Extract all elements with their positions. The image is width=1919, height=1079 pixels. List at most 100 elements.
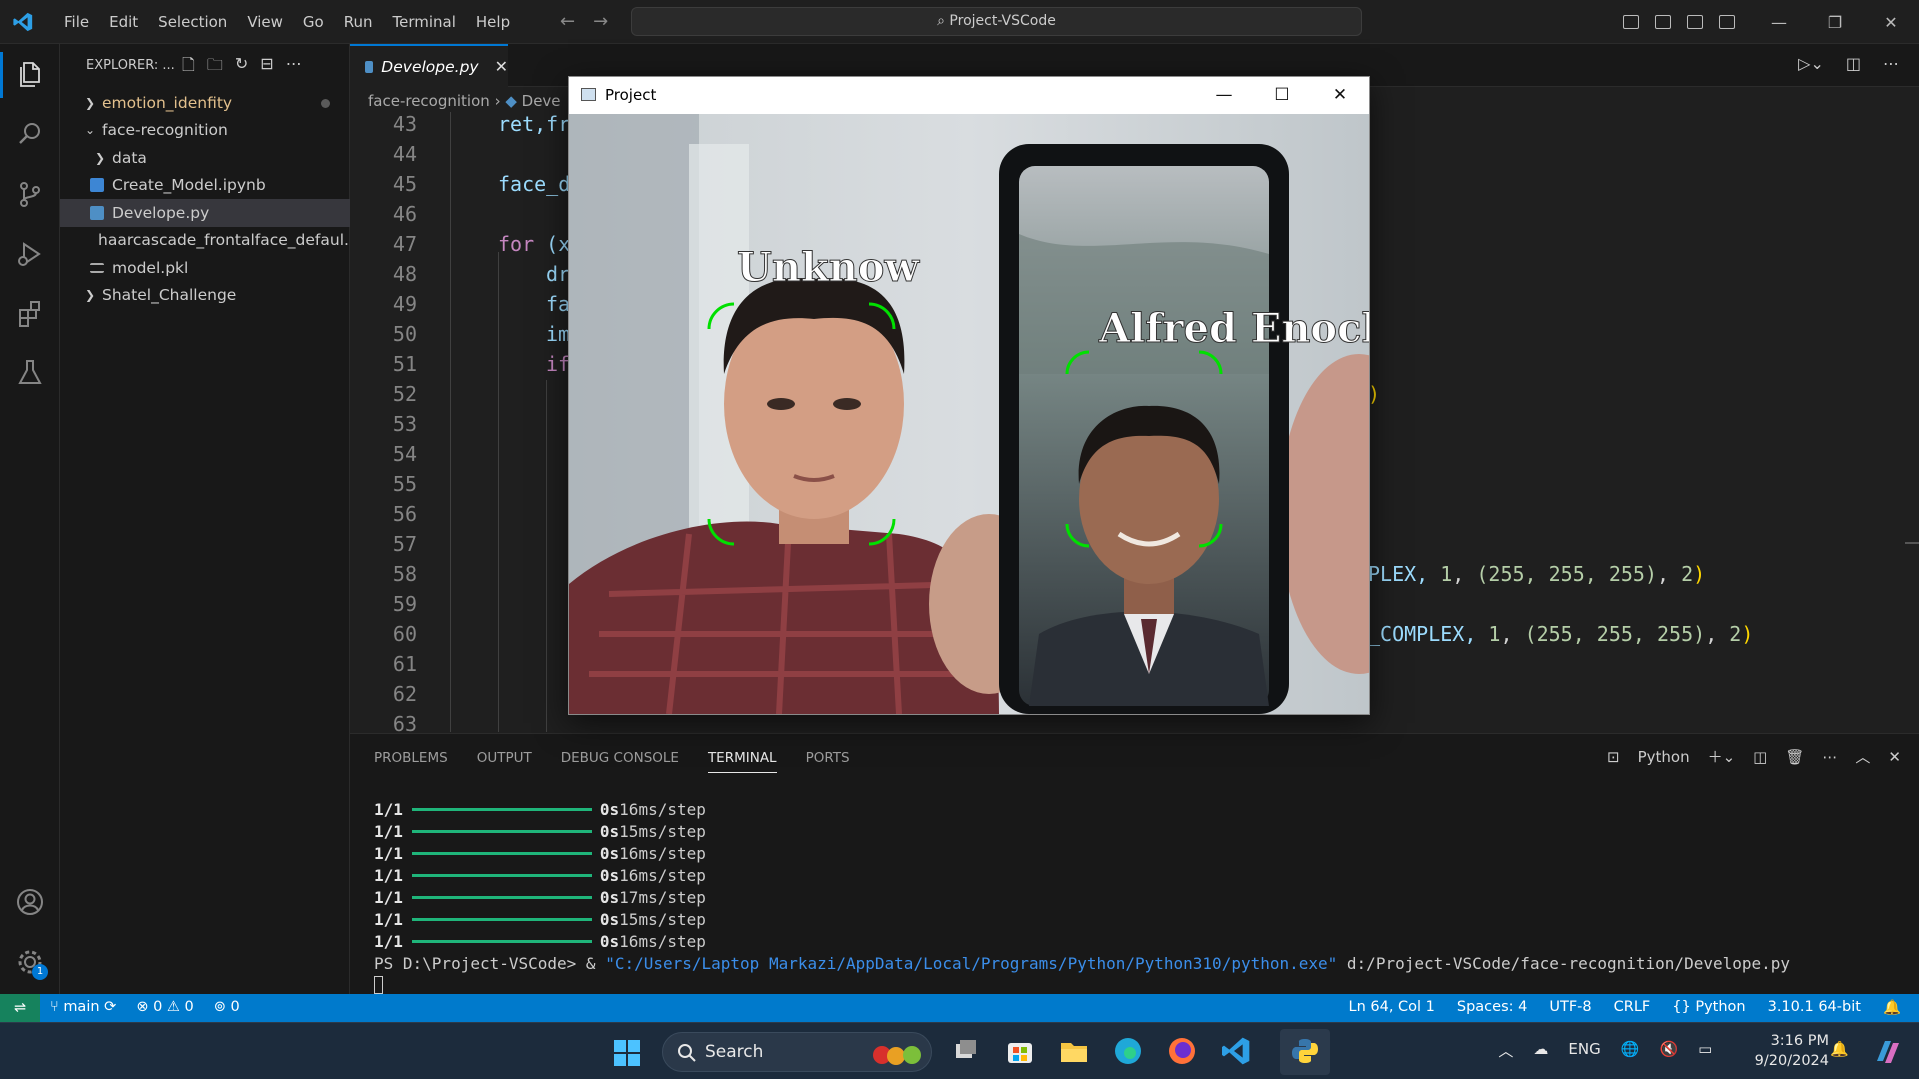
edge-browser-icon[interactable]: [1112, 1035, 1144, 1067]
tab-output[interactable]: OUTPUT: [477, 750, 532, 773]
command-center[interactable]: ⌕ Project-VSCode: [631, 7, 1362, 36]
step-rate: 16ms/step: [619, 799, 706, 819]
firefox-icon[interactable]: [1166, 1035, 1198, 1067]
more-actions-icon[interactable]: ⋯: [1883, 54, 1899, 73]
explorer-files-icon[interactable]: [14, 58, 46, 90]
back-arrow-icon[interactable]: ←: [560, 11, 575, 32]
terminal-output[interactable]: 1/1 0s 16ms/step 1/1 0s 15ms/step 1/1 0s 16…: [374, 798, 1790, 996]
copilot-icon[interactable]: [1871, 1035, 1905, 1069]
notification-bell-icon[interactable]: 🔔: [1830, 1040, 1849, 1061]
menu-run[interactable]: Run: [334, 13, 383, 31]
tree-item-shatel-challenge[interactable]: ❯ Shatel_Challenge: [60, 282, 350, 310]
network-globe-icon[interactable]: 🌐: [1621, 1040, 1640, 1061]
menu-edit[interactable]: Edit: [99, 13, 148, 31]
file-explorer-icon[interactable]: [1058, 1035, 1090, 1067]
toggle-sidebar-icon[interactable]: [1623, 15, 1639, 29]
minimize-icon[interactable]: —: [1751, 13, 1807, 32]
input-language[interactable]: ENG: [1568, 1040, 1600, 1061]
menu-view[interactable]: View: [237, 13, 293, 31]
new-folder-icon[interactable]: 🗀: [207, 54, 223, 81]
code-fragment: 1: [1440, 562, 1453, 586]
tab-problems[interactable]: PROBLEMS: [374, 750, 448, 773]
taskbar-search[interactable]: Search: [662, 1032, 932, 1072]
tab-debug-console[interactable]: DEBUG CONSOLE: [561, 750, 679, 773]
maximize-panel-icon[interactable]: ︿: [1855, 746, 1870, 767]
vscode-taskbar-icon[interactable]: [1220, 1035, 1252, 1067]
project-window-titlebar[interactable]: Project — ☐ ✕: [569, 77, 1369, 114]
line-number: 53: [392, 412, 417, 436]
project-window[interactable]: Project — ☐ ✕ Unknow Alfred Enoch: [568, 76, 1370, 715]
battery-icon[interactable]: ▭: [1698, 1040, 1712, 1061]
python-taskbar-icon[interactable]: [1289, 1035, 1321, 1067]
kill-terminal-trash-icon[interactable]: 🗑: [1785, 748, 1804, 766]
forward-arrow-icon[interactable]: →: [593, 11, 608, 32]
onedrive-cloud-icon[interactable]: ☁: [1533, 1040, 1548, 1061]
run-python-icon[interactable]: ▷⌄: [1798, 54, 1824, 73]
split-editor-icon[interactable]: ◫: [1846, 54, 1861, 73]
tab-ports[interactable]: PORTS: [806, 750, 850, 773]
tree-item-develope-py[interactable]: Develope.py: [60, 199, 350, 227]
tree-item-model-pkl[interactable]: model.pkl: [60, 254, 350, 282]
notifications-bell-icon[interactable]: 🔔: [1883, 999, 1901, 1016]
windows-start-icon[interactable]: [613, 1039, 641, 1067]
line-ending[interactable]: CRLF: [1614, 999, 1651, 1016]
terminal-shell-label[interactable]: Python: [1638, 748, 1690, 766]
menu-terminal[interactable]: Terminal: [383, 13, 466, 31]
tree-item-data[interactable]: ❯ data: [60, 144, 350, 172]
minimize-icon[interactable]: —: [1195, 77, 1253, 114]
restore-icon[interactable]: ❐: [1807, 13, 1863, 32]
close-tab-icon[interactable]: ✕: [495, 57, 508, 76]
more-actions-icon[interactable]: ⋯: [286, 54, 302, 81]
collapse-all-icon[interactable]: ⊟: [260, 54, 273, 81]
refresh-icon[interactable]: ↻: [235, 54, 248, 81]
clock[interactable]: 3:16 PM 9/20/2024: [1755, 1031, 1829, 1071]
toggle-panel-icon[interactable]: [1655, 15, 1671, 29]
maximize-icon[interactable]: ☐: [1253, 77, 1311, 114]
remote-indicator-icon[interactable]: ⇌: [0, 994, 40, 1022]
ports-item[interactable]: ⊚ 0: [214, 999, 240, 1015]
split-terminal-icon[interactable]: ◫: [1753, 748, 1767, 766]
scrollbar-marker[interactable]: [1905, 542, 1919, 544]
volume-muted-icon[interactable]: 🔇: [1659, 1040, 1678, 1061]
extensions-icon[interactable]: [14, 298, 46, 330]
new-file-icon[interactable]: 🗋: [182, 54, 195, 81]
breadcrumb-file[interactable]: Deve: [522, 92, 561, 110]
branch-item[interactable]: ⑂ main ⟳: [50, 999, 116, 1015]
indentation[interactable]: Spaces: 4: [1457, 999, 1527, 1016]
menu-help[interactable]: Help: [466, 13, 520, 31]
menu-selection[interactable]: Selection: [148, 13, 237, 31]
tree-item-face-recognition[interactable]: ⌄ face-recognition: [60, 117, 350, 145]
menu-file[interactable]: File: [54, 13, 99, 31]
step-count: 1/1: [374, 931, 403, 951]
encoding[interactable]: UTF-8: [1549, 999, 1591, 1016]
microsoft-store-icon[interactable]: [1004, 1035, 1036, 1067]
toggle-secondary-sidebar-icon[interactable]: [1687, 15, 1703, 29]
task-view-icon[interactable]: [950, 1035, 982, 1067]
problems-item[interactable]: ⊗ 0 ⚠ 0: [136, 999, 193, 1015]
close-icon[interactable]: ✕: [1311, 77, 1369, 114]
python-interpreter[interactable]: 3.10.1 64-bit: [1768, 999, 1861, 1016]
close-panel-icon[interactable]: ✕: [1888, 748, 1901, 766]
tab-develope-py[interactable]: Develope.py ✕: [350, 44, 508, 87]
accounts-icon[interactable]: [14, 886, 46, 918]
show-hidden-icons-icon[interactable]: ︿: [1498, 1040, 1513, 1061]
testing-flask-icon[interactable]: [14, 356, 46, 388]
more-actions-icon[interactable]: ⋯: [1822, 748, 1837, 766]
source-control-icon[interactable]: [14, 178, 46, 210]
close-icon[interactable]: ✕: [1863, 13, 1919, 32]
tree-item-haarcascade[interactable]: haarcascade_frontalface_defaul...: [60, 227, 350, 255]
code-fragment: ): [1741, 622, 1754, 646]
search-icon[interactable]: [14, 118, 46, 150]
tab-terminal[interactable]: TERMINAL: [707, 750, 777, 773]
new-terminal-icon[interactable]: ＋⌄: [1708, 746, 1736, 767]
code-line-50: im: [546, 322, 571, 346]
tree-item-create-model[interactable]: Create_Model.ipynb: [60, 172, 350, 200]
breadcrumb-folder[interactable]: face-recognition: [368, 92, 490, 110]
run-debug-icon[interactable]: [14, 238, 46, 270]
cursor-position[interactable]: Ln 64, Col 1: [1348, 999, 1434, 1016]
language-mode[interactable]: {} Python: [1672, 999, 1745, 1016]
customize-layout-icon[interactable]: [1719, 15, 1735, 29]
menu-go[interactable]: Go: [293, 13, 334, 31]
code-line-51: if: [546, 352, 571, 376]
tree-item-emotion-idenfity[interactable]: ❯ emotion_idenfity: [60, 89, 350, 117]
